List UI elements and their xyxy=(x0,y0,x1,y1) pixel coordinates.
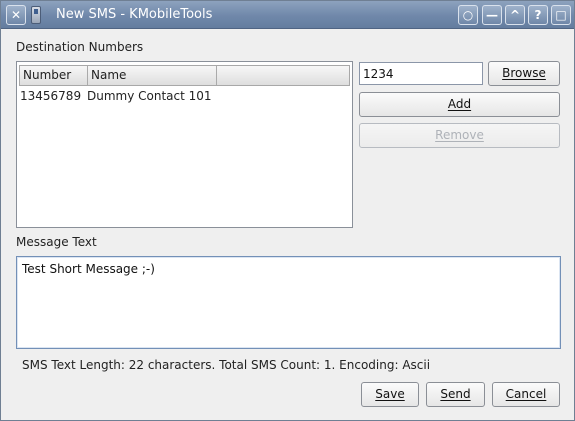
add-button[interactable]: Add xyxy=(359,92,560,117)
cancel-button[interactable]: Cancel xyxy=(492,382,560,407)
send-button[interactable]: Send xyxy=(426,382,485,407)
column-header-name[interactable]: Name xyxy=(88,66,217,85)
message-text-label: Message Text xyxy=(16,235,97,249)
sticky-icon[interactable]: ○ xyxy=(458,5,478,25)
close-icon[interactable]: ✕ xyxy=(6,5,26,25)
column-header-number[interactable]: Number xyxy=(20,66,88,85)
browse-button[interactable]: Browse xyxy=(488,61,560,86)
maximize-icon[interactable]: ^ xyxy=(505,5,525,25)
column-header-empty[interactable] xyxy=(217,66,351,85)
row-name: Dummy Contact 101 xyxy=(87,89,212,103)
remove-button[interactable]: Remove xyxy=(359,123,560,148)
table-header: Number Name xyxy=(19,65,350,86)
table-row[interactable]: 13456789 Dummy Contact 101 xyxy=(19,87,350,105)
destination-numbers-label: Destination Numbers xyxy=(16,40,144,54)
destination-numbers-table[interactable]: Number Name 13456789 Dummy Contact 101 xyxy=(16,61,353,228)
message-textarea[interactable]: Test Short Message ;-) xyxy=(16,256,561,349)
message-text: Test Short Message ;-) xyxy=(22,262,155,276)
help-icon[interactable]: ? xyxy=(528,5,548,25)
sms-status-text: SMS Text Length: 22 characters. Total SM… xyxy=(22,358,431,372)
save-button[interactable]: Save xyxy=(361,382,419,407)
new-sms-dialog: ✕ New SMS - KMobileTools ○ — ^ ? □ Desti… xyxy=(0,0,575,421)
restore-icon[interactable]: □ xyxy=(551,5,571,25)
title-bar[interactable]: ✕ New SMS - KMobileTools ○ — ^ ? □ xyxy=(1,1,574,29)
minimize-icon[interactable]: — xyxy=(482,5,502,25)
phone-icon xyxy=(31,6,41,24)
number-input[interactable] xyxy=(359,62,483,85)
window-title: New SMS - KMobileTools xyxy=(56,7,213,22)
row-number: 13456789 xyxy=(20,89,82,103)
